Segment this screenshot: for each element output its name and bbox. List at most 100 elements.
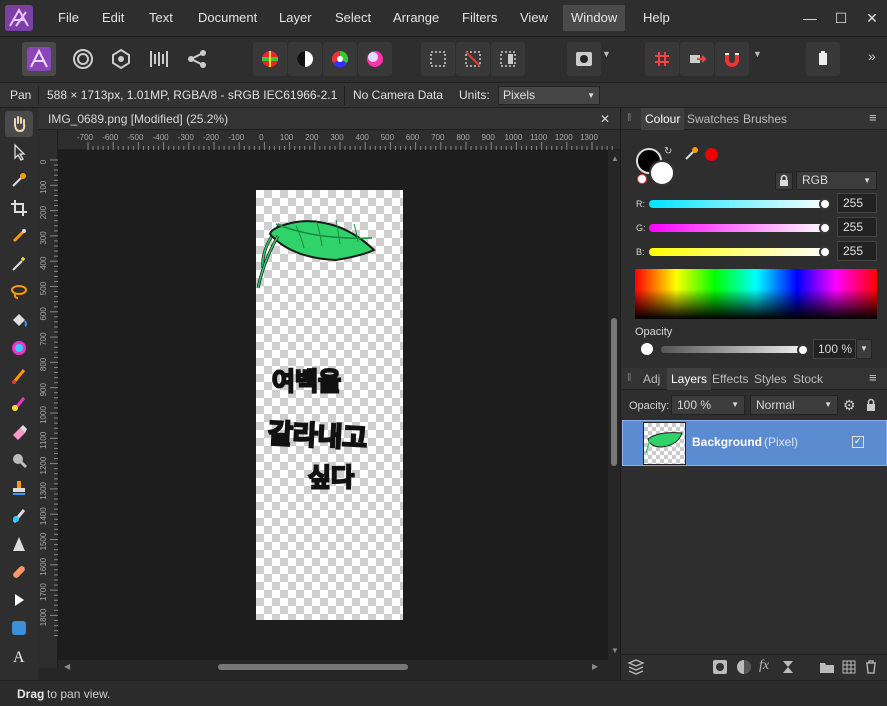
panel-grip-icon[interactable]: ‖ (627, 372, 632, 384)
close-window-button[interactable]: ✕ (862, 8, 882, 28)
horizontal-scroll-thumb[interactable] (218, 664, 408, 670)
mask-layer-icon[interactable] (713, 660, 727, 674)
auto-contrast-button[interactable] (288, 42, 322, 76)
menu-document[interactable]: Document (190, 0, 265, 36)
menu-text[interactable]: Text (141, 0, 181, 36)
selection-brush-tool[interactable] (5, 223, 33, 249)
panel-menu-icon[interactable]: ≡ (869, 110, 877, 125)
live-filter-icon[interactable] (781, 660, 795, 677)
quick-mask-dropdown-icon[interactable]: ▼ (602, 49, 611, 59)
lock-icon[interactable] (775, 172, 793, 190)
view-tool[interactable] (5, 111, 33, 137)
quick-mask-button[interactable] (567, 42, 601, 76)
snapping-dropdown-icon[interactable]: ▼ (753, 49, 762, 59)
tab-stock[interactable]: Stock (793, 368, 823, 390)
snapping-button[interactable] (715, 42, 749, 76)
blemish-removal-tool[interactable] (5, 559, 33, 585)
paint-brush-tool[interactable] (5, 363, 33, 389)
scroll-up-icon[interactable]: ▲ (611, 154, 619, 163)
text-tool[interactable]: A (5, 643, 33, 669)
photo-persona-button[interactable] (22, 42, 56, 76)
colour-model-dropdown[interactable]: RGB ▼ (796, 171, 877, 190)
menu-layer[interactable]: Layer (271, 0, 320, 36)
menu-arrange[interactable]: Arrange (385, 0, 447, 36)
fx-icon[interactable]: fx (759, 658, 769, 674)
affinity-photo-logo-icon[interactable] (4, 4, 34, 32)
maximize-button[interactable]: ☐ (831, 8, 851, 28)
green-slider[interactable] (649, 224, 829, 232)
menu-edit[interactable]: Edit (94, 0, 132, 36)
secondary-colour-swatch[interactable] (649, 160, 675, 186)
freehand-selection-tool[interactable] (5, 279, 33, 305)
close-document-button[interactable]: ✕ (600, 108, 610, 130)
node-tool[interactable] (5, 587, 33, 613)
green-value-field[interactable]: 255 (837, 217, 877, 237)
tab-brushes[interactable]: Brushes (743, 108, 787, 130)
blue-slider[interactable] (649, 248, 829, 256)
canvas-view[interactable]: 여백을 갈라내고 싶다 (58, 150, 608, 660)
tab-swatches[interactable]: Swatches (687, 108, 739, 130)
color-picker-tool[interactable] (5, 167, 33, 193)
flood-select-tool[interactable] (5, 251, 33, 277)
sharpen-brush-tool[interactable] (5, 531, 33, 557)
export-persona-button[interactable] (180, 42, 214, 76)
menu-select[interactable]: Select (327, 0, 379, 36)
scroll-left-icon[interactable]: ◀ (64, 662, 70, 671)
red-slider[interactable] (649, 200, 829, 208)
toolbar-overflow-icon[interactable]: » (868, 48, 876, 64)
eyedropper-icon[interactable] (683, 146, 699, 165)
menu-window[interactable]: Window (563, 5, 626, 31)
colour-opacity-knob[interactable] (797, 344, 809, 356)
panel-grip-icon[interactable]: ‖ (627, 112, 632, 124)
colour-replacement-tool[interactable] (5, 391, 33, 417)
add-pixel-layer-icon[interactable] (842, 660, 856, 677)
clone-brush-tool[interactable] (5, 475, 33, 501)
units-dropdown[interactable]: Pixels ▼ (498, 86, 600, 105)
erase-brush-tool[interactable] (5, 419, 33, 445)
tone-mapping-persona-button[interactable] (142, 42, 176, 76)
tab-adjustments[interactable]: Adj (643, 368, 660, 390)
lock-icon[interactable] (864, 397, 878, 416)
red-slider-knob[interactable] (819, 198, 831, 210)
healing-brush-tool[interactable] (5, 503, 33, 529)
tab-effects[interactable]: Effects (712, 368, 748, 390)
rectangle-tool[interactable] (5, 615, 33, 641)
auto-levels-button[interactable] (253, 42, 287, 76)
picked-colour-swatch[interactable] (705, 148, 718, 161)
tab-layers[interactable]: Layers (667, 368, 712, 390)
minimize-button[interactable]: — (800, 8, 820, 28)
colour-spectrum[interactable] (635, 269, 877, 319)
scroll-down-icon[interactable]: ▼ (611, 646, 619, 655)
swap-colours-icon[interactable]: ↻ (664, 146, 672, 157)
blue-slider-knob[interactable] (819, 246, 831, 258)
layer-row[interactable]: Background (Pixel) ✓ (622, 420, 887, 466)
tab-styles[interactable]: Styles (754, 368, 787, 390)
auto-colour-button[interactable] (323, 42, 357, 76)
vertical-scrollbar[interactable]: ▲ ▼ (608, 150, 620, 660)
green-slider-knob[interactable] (819, 222, 831, 234)
panel-menu-icon[interactable]: ≡ (869, 370, 877, 385)
crop-tool[interactable] (5, 195, 33, 221)
deselect-button[interactable] (456, 42, 490, 76)
red-value-field[interactable]: 255 (837, 193, 877, 213)
context-toolbar-button[interactable] (806, 42, 840, 76)
blue-value-field[interactable]: 255 (837, 241, 877, 261)
vertical-scroll-thumb[interactable] (611, 318, 617, 466)
folder-icon[interactable] (819, 660, 835, 677)
develop-persona-button[interactable] (104, 42, 138, 76)
tab-colour[interactable]: Colour (641, 108, 685, 130)
menu-help[interactable]: Help (635, 0, 678, 36)
menu-view[interactable]: View (512, 0, 556, 36)
trash-icon[interactable] (864, 660, 878, 677)
gradient-tool[interactable] (5, 335, 33, 361)
move-tool[interactable] (5, 139, 33, 165)
adjustment-layer-icon[interactable] (737, 660, 751, 674)
layer-visibility-checkbox[interactable]: ✓ (852, 436, 864, 448)
select-all-button[interactable] (421, 42, 455, 76)
gear-icon[interactable]: ⚙ (843, 397, 856, 414)
layers-stack-icon[interactable] (627, 659, 645, 678)
menu-file[interactable]: File (50, 0, 87, 36)
menu-filters[interactable]: Filters (454, 0, 505, 36)
layer-opacity-dropdown[interactable]: 100 % ▼ (671, 395, 745, 415)
force-pixel-alignment-button[interactable] (680, 42, 714, 76)
